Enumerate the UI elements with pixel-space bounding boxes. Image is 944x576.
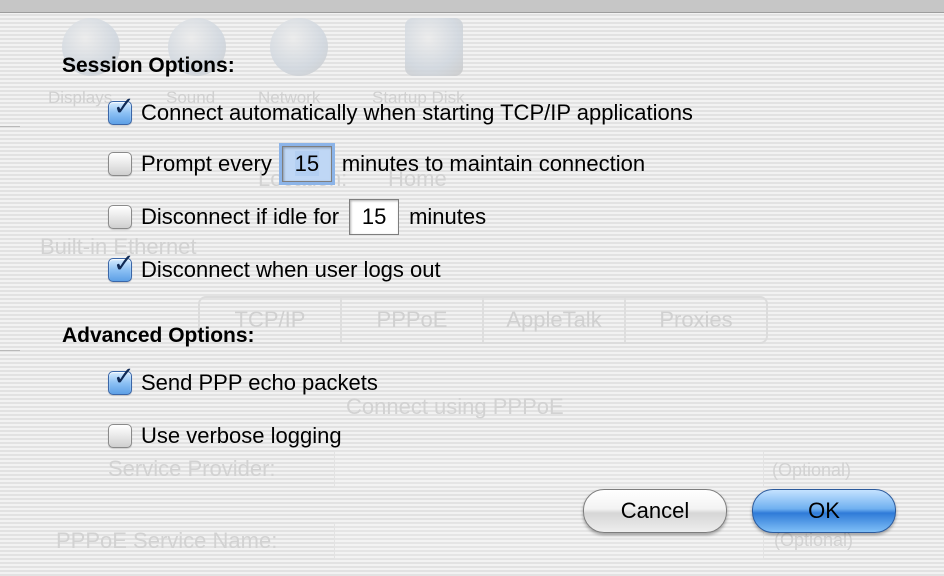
verbose-logging-checkbox[interactable]: [108, 424, 132, 448]
prompt-minutes-field[interactable]: 15: [278, 143, 335, 185]
checkmark-icon: ✓: [113, 248, 135, 278]
ppp-echo-checkbox[interactable]: ✓: [108, 363, 135, 395]
prompt-every-label: Prompt every: [141, 151, 272, 176]
ok-button[interactable]: OK: [752, 489, 896, 533]
session-options-heading: Session Options:: [62, 54, 235, 77]
checkmark-icon: ✓: [113, 361, 135, 391]
cancel-button[interactable]: Cancel: [583, 489, 727, 533]
ppp-echo-option[interactable]: ✓ Send PPP echo packets: [108, 363, 378, 396]
disconnect-logout-label: Disconnect when user logs out: [141, 257, 441, 282]
connect-automatically-option[interactable]: ✓ Connect automatically when starting TC…: [108, 93, 693, 126]
toolbar-label-displays: Displays: [48, 88, 113, 107]
prompt-every-option[interactable]: Prompt every 15 minutes to maintain conn…: [108, 143, 646, 185]
tab-appletalk: AppleTalk: [484, 298, 626, 342]
disconnect-idle-checkbox[interactable]: [108, 205, 132, 229]
background-titlebar: [0, 0, 944, 13]
service-provider-label: Service Provider:: [108, 456, 276, 481]
service-name-label: PPPoE Service Name:: [56, 528, 278, 553]
prompt-every-checkbox[interactable]: [108, 152, 132, 176]
connect-automatically-checkbox[interactable]: ✓: [108, 93, 135, 125]
connect-pppoe-label: Connect using PPPoE: [346, 394, 564, 419]
optional-note: (Optional): [772, 460, 852, 480]
background-divider: [0, 126, 20, 127]
tab-pppoe: PPPoE: [342, 298, 484, 342]
disconnect-idle-option[interactable]: Disconnect if idle for 15 minutes: [108, 199, 486, 235]
verbose-logging-option[interactable]: Use verbose logging: [108, 423, 342, 449]
disconnect-idle-suffix: minutes: [409, 204, 487, 229]
ppp-echo-label: Send PPP echo packets: [141, 370, 378, 395]
optional-note: (Optional): [774, 530, 854, 550]
background-divider: [0, 350, 20, 351]
disconnect-logout-option[interactable]: ✓ Disconnect when user logs out: [108, 250, 441, 283]
checkmark-icon: ✓: [113, 91, 135, 121]
tab-proxies: Proxies: [659, 307, 733, 332]
background-tabs: TCP/IP PPPoE AppleTalk Proxies: [198, 296, 768, 344]
idle-minutes-field[interactable]: 15: [349, 199, 400, 235]
disconnect-logout-checkbox[interactable]: ✓: [108, 250, 135, 282]
connect-automatically-label: Connect automatically when starting TCP/…: [141, 100, 693, 125]
service-provider-field: [334, 450, 764, 488]
disconnect-idle-label: Disconnect if idle for: [141, 204, 340, 229]
advanced-options-heading: Advanced Options:: [62, 324, 255, 347]
verbose-logging-label: Use verbose logging: [141, 423, 342, 448]
startup-disk-icon: [405, 18, 463, 76]
idle-minutes-value: 15: [361, 204, 387, 229]
prompt-minutes-value: 15: [294, 151, 320, 176]
prompt-every-suffix: minutes to maintain connection: [341, 151, 646, 176]
network-icon: [270, 18, 328, 76]
